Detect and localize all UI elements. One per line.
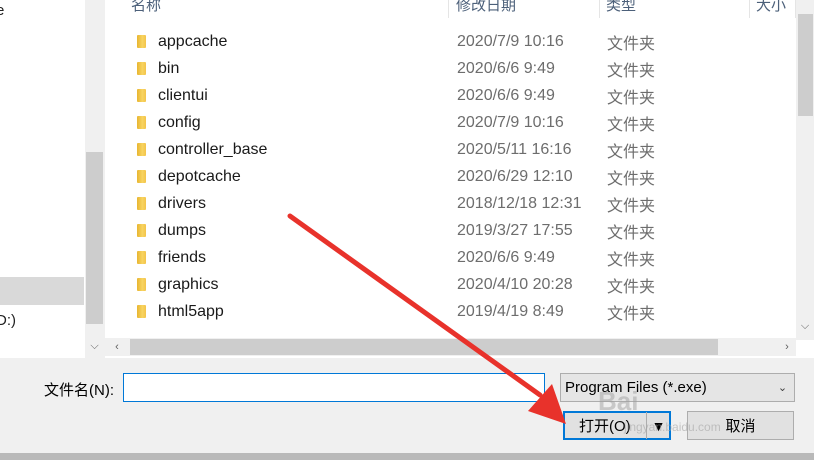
file-name: appcache xyxy=(158,32,228,50)
file-date: 2020/7/9 10:16 xyxy=(457,113,564,131)
folder-icon xyxy=(137,89,146,102)
folder-icon xyxy=(137,35,146,48)
folder-icon xyxy=(137,116,146,129)
chevron-down-icon[interactable]: ⌄ xyxy=(522,375,543,400)
cancel-button-label: 取消 xyxy=(725,418,756,435)
chevron-down-icon[interactable]: ⌄ xyxy=(772,375,793,400)
folder-icon xyxy=(137,305,146,318)
file-type: 文件夹 xyxy=(607,116,656,134)
folder-icon xyxy=(137,170,146,183)
folder-icon xyxy=(137,278,146,291)
file-name: depotcache xyxy=(158,167,241,185)
file-date: 2019/3/27 17:55 xyxy=(457,221,573,239)
file-row[interactable]: config 2020/7/9 10:16 文件夹 xyxy=(132,109,712,136)
file-date: 2019/4/19 8:49 xyxy=(457,302,564,320)
nav-item-drive-label[interactable]: D:) xyxy=(0,312,16,329)
file-date: 2018/12/18 12:31 xyxy=(457,194,582,212)
file-row[interactable]: graphics 2020/4/10 20:28 文件夹 xyxy=(132,271,712,298)
filename-label: 文件名(N): xyxy=(44,382,114,399)
file-row[interactable]: drivers 2018/12/18 12:31 文件夹 xyxy=(132,190,712,217)
file-row[interactable]: friends 2020/6/6 9:49 文件夹 xyxy=(132,244,712,271)
folder-icon xyxy=(137,62,146,75)
nav-item-selected[interactable] xyxy=(0,277,84,305)
file-type: 文件夹 xyxy=(607,224,656,242)
file-date: 2020/7/9 10:16 xyxy=(457,32,564,50)
file-date: 2020/5/11 16:16 xyxy=(457,140,572,158)
folder-icon xyxy=(137,197,146,210)
file-row[interactable]: depotcache 2020/6/29 12:10 文件夹 xyxy=(132,163,712,190)
watermark-url: jingyan.baidu.com xyxy=(624,420,721,434)
column-header-modified[interactable]: 修改日期 xyxy=(450,0,600,18)
file-row[interactable]: controller_base 2020/5/11 16:16 文件夹 xyxy=(132,136,712,163)
horizontal-scrollbar-thumb[interactable] xyxy=(130,339,718,355)
watermark-logo: Bai xyxy=(598,386,639,416)
file-name: graphics xyxy=(158,275,219,293)
file-date: 2020/4/10 20:28 xyxy=(457,275,573,293)
file-type: 文件夹 xyxy=(607,35,656,53)
file-date: 2020/6/29 12:10 xyxy=(457,167,573,185)
file-name: config xyxy=(158,113,201,131)
file-row[interactable]: appcache 2020/7/9 10:16 文件夹 xyxy=(132,28,712,55)
file-row[interactable]: dumps 2019/3/27 17:55 文件夹 xyxy=(132,217,712,244)
file-name: bin xyxy=(158,59,180,77)
folder-icon xyxy=(137,224,146,237)
chevron-down-icon[interactable]: ⌵ xyxy=(796,316,814,336)
vertical-scrollbar-thumb[interactable] xyxy=(798,14,813,116)
file-row[interactable]: bin 2020/6/6 9:49 文件夹 xyxy=(132,55,712,82)
column-header-name[interactable]: 名称 xyxy=(125,0,449,18)
file-row[interactable]: clientui 2020/6/6 9:49 文件夹 xyxy=(132,82,712,109)
file-name: html5app xyxy=(158,302,224,320)
file-type-filter-select[interactable]: Program Files (*.exe) xyxy=(560,373,795,402)
file-name: controller_base xyxy=(158,140,268,158)
file-name: drivers xyxy=(158,194,207,212)
file-date: 2020/6/6 9:49 xyxy=(457,86,555,104)
file-type: 文件夹 xyxy=(607,278,656,296)
chevron-right-icon[interactable]: › xyxy=(778,338,796,356)
file-name: clientui xyxy=(158,86,208,104)
nav-scrollbar-thumb[interactable] xyxy=(86,152,103,324)
column-header-size[interactable]: 大小 xyxy=(750,0,796,18)
file-name: friends xyxy=(158,248,207,266)
file-type: 文件夹 xyxy=(607,143,656,161)
file-type: 文件夹 xyxy=(607,251,656,269)
folder-icon xyxy=(137,143,146,156)
file-type: 文件夹 xyxy=(607,170,656,188)
file-list-pane[interactable]: 名称 修改日期 类型 大小 appcache 2020/7/9 10:16 文件夹 b… xyxy=(105,0,814,358)
open-button-label: 打开(O) xyxy=(579,418,631,435)
folder-icon xyxy=(137,251,146,264)
file-type: 文件夹 xyxy=(607,89,656,107)
file-row[interactable]: html5app 2019/4/19 8:49 文件夹 xyxy=(132,298,712,325)
chevron-down-icon[interactable]: ⌵ xyxy=(86,336,103,356)
filename-input[interactable] xyxy=(123,373,545,402)
file-date: 2020/6/6 9:49 xyxy=(457,59,555,77)
column-header-type[interactable]: 类型 xyxy=(600,0,750,18)
file-type: 文件夹 xyxy=(607,62,656,80)
chevron-left-icon[interactable]: ‹ xyxy=(108,338,126,356)
file-type: 文件夹 xyxy=(607,197,656,215)
file-name: dumps xyxy=(158,221,207,239)
nav-item-label[interactable]: e xyxy=(0,2,4,19)
file-date: 2020/6/6 9:49 xyxy=(457,248,555,266)
taskbar-strip xyxy=(0,453,814,460)
file-type: 文件夹 xyxy=(607,305,656,323)
